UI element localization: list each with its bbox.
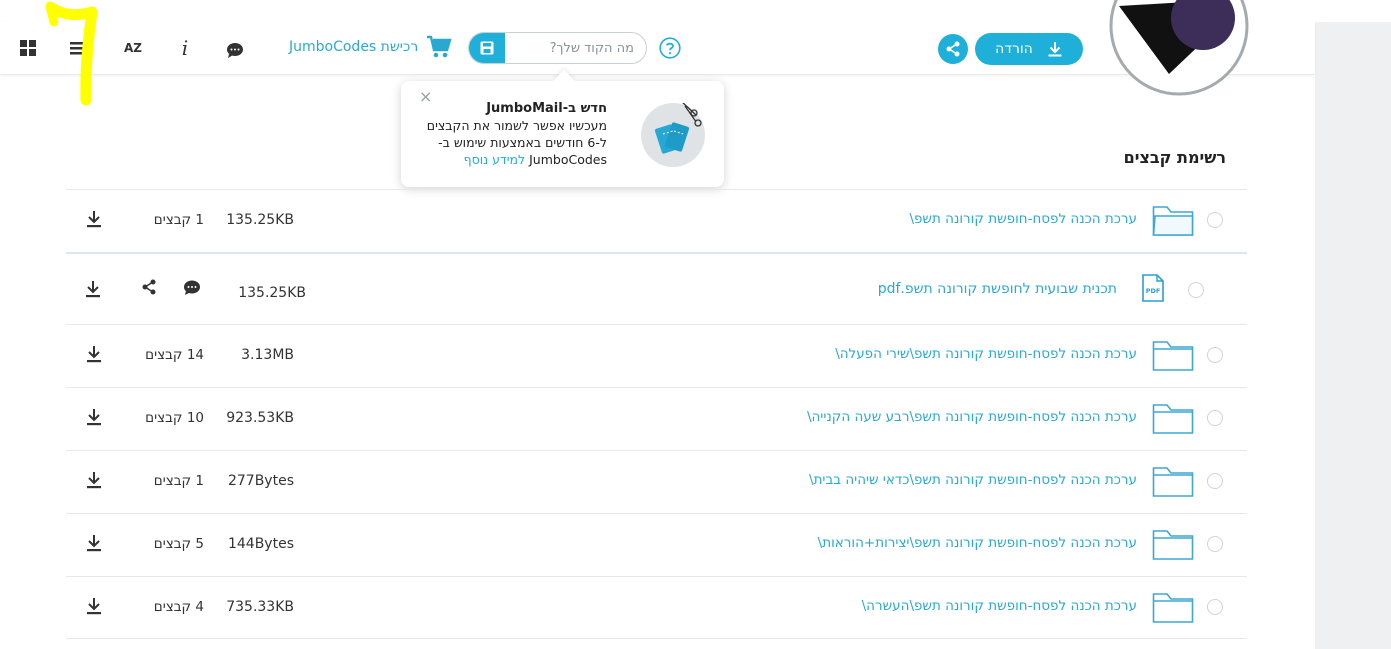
share-icon[interactable] bbox=[141, 279, 157, 295]
row-select-radio[interactable] bbox=[1207, 410, 1223, 426]
folder-icon bbox=[1152, 467, 1194, 497]
highlight-marker bbox=[45, 1, 98, 106]
sender-avatar bbox=[1109, 0, 1249, 96]
file-size: 135.25KB bbox=[226, 212, 294, 228]
file-size: 144Bytes bbox=[227, 536, 294, 552]
save-code-button[interactable] bbox=[469, 33, 505, 63]
file-name[interactable]: ערכת הכנה לפסח-חופשת קורונה תשפ\העשרה\ bbox=[862, 598, 1137, 614]
popover-text: חדש ב-JumboMail מעכשיו אפשר לשמור את הקב… bbox=[407, 100, 607, 168]
buy-jumbocodes-link[interactable]: רכישת JumboCodes bbox=[289, 34, 452, 60]
file-row[interactable]: ערכת הכנה לפסח-חופשת קורונה תשפ\יצירות+ה… bbox=[66, 513, 1247, 576]
download-icon[interactable] bbox=[86, 408, 102, 426]
file-count: 4 קבצים bbox=[153, 599, 204, 615]
row-select-radio[interactable] bbox=[1207, 536, 1223, 552]
file-size: 277Bytes bbox=[227, 473, 294, 489]
file-size: 735.33KB bbox=[226, 599, 294, 615]
popover-title: חדש ב-JumboMail bbox=[486, 101, 607, 116]
grid-view-icon[interactable] bbox=[16, 36, 40, 60]
file-count: 1 קבצים bbox=[153, 212, 204, 228]
info-label: i bbox=[181, 36, 189, 60]
download-icon[interactable] bbox=[85, 280, 101, 298]
folder-icon bbox=[1152, 530, 1194, 560]
download-all-button[interactable]: הורדה bbox=[975, 33, 1083, 65]
file-row[interactable]: ערכת הכנה לפסח-חופשת קורונה תשפ\כדאי שיה… bbox=[66, 450, 1247, 513]
download-icon[interactable] bbox=[86, 345, 102, 363]
comment-icon[interactable] bbox=[223, 38, 247, 62]
sort-az-icon[interactable]: AZ bbox=[121, 36, 145, 60]
file-name[interactable]: ערכת הכנה לפסח-חופשת קורונה תשפ\כדאי שיה… bbox=[809, 472, 1137, 488]
jumbocode-input[interactable] bbox=[505, 33, 646, 63]
file-row[interactable]: ערכת הכנה לפסח-חופשת קורונה תשפ\שירי הפע… bbox=[66, 324, 1247, 387]
file-size: 135.25KB bbox=[238, 285, 306, 301]
pdf-badge: PDF bbox=[1146, 287, 1161, 295]
help-icon[interactable] bbox=[659, 37, 681, 59]
file-name[interactable]: ערכת הכנה לפסח-חופשת קורונה תשפ\רבע שעה … bbox=[807, 409, 1137, 425]
file-list: ערכת הכנה לפסח-חופשת קורונה תשפ\ 135.25K… bbox=[66, 189, 1247, 639]
file-name[interactable]: תכנית שבועית לחופשת קורונה תשפ.pdf bbox=[878, 281, 1117, 297]
row-select-radio[interactable] bbox=[1207, 347, 1223, 363]
share-icon bbox=[946, 41, 960, 57]
cart-icon bbox=[427, 35, 452, 58]
pdf-file-icon: PDF bbox=[1142, 274, 1164, 302]
folder-icon bbox=[1152, 206, 1194, 236]
jumbocode-box bbox=[468, 32, 647, 64]
file-row[interactable]: ערכת הכנה לפסח-חופשת קורונה תשפ\העשרה\ 7… bbox=[66, 576, 1247, 639]
file-count: 14 קבצים bbox=[145, 347, 204, 363]
download-icon[interactable] bbox=[86, 534, 102, 552]
comment-icon[interactable] bbox=[183, 280, 201, 296]
file-row[interactable]: PDF תכנית שבועית לחופשת קורונה תשפ.pdf 1… bbox=[66, 252, 1247, 324]
folder-icon bbox=[1152, 404, 1194, 434]
file-list-title: רשימת קבצים bbox=[1123, 148, 1226, 167]
file-row[interactable]: ערכת הכנה לפסח-חופשת קורונה תשפ\רבע שעה … bbox=[66, 387, 1247, 450]
buy-jumbocodes-label: רכישת JumboCodes bbox=[289, 39, 419, 55]
file-name[interactable]: ערכת הכנה לפסח-חופשת קורונה תשפ\ bbox=[909, 211, 1137, 227]
download-icon[interactable] bbox=[86, 597, 102, 615]
row-select-radio[interactable] bbox=[1207, 212, 1223, 228]
right-gutter bbox=[1315, 22, 1391, 649]
download-all-label: הורדה bbox=[995, 41, 1033, 57]
folder-icon bbox=[1152, 593, 1194, 623]
file-size: 923.53KB bbox=[226, 410, 294, 426]
jumbomail-news-popover: × חדש ב-JumboMail מעכשיו אפשר לשמור את ה… bbox=[401, 69, 724, 187]
sort-az-label: AZ bbox=[124, 41, 142, 55]
file-size: 3.13MB bbox=[241, 347, 294, 363]
file-name[interactable]: ערכת הכנה לפסח-חופשת קורונה תשפ\שירי הפע… bbox=[835, 346, 1137, 362]
file-count: 1 קבצים bbox=[153, 473, 204, 489]
folder-icon bbox=[1152, 341, 1194, 371]
download-icon[interactable] bbox=[86, 471, 102, 489]
row-select-radio[interactable] bbox=[1207, 599, 1223, 615]
file-row[interactable]: ערכת הכנה לפסח-חופשת קורונה תשפ\ 135.25K… bbox=[66, 189, 1247, 252]
share-button[interactable] bbox=[938, 34, 968, 64]
file-name[interactable]: ערכת הכנה לפסח-חופשת קורונה תשפ\יצירות+ה… bbox=[818, 535, 1137, 551]
jumbocodes-tickets-icon bbox=[641, 100, 705, 167]
more-info-link[interactable]: למידע נוסף bbox=[464, 152, 526, 167]
download-icon[interactable] bbox=[86, 210, 102, 228]
save-icon bbox=[480, 41, 494, 55]
row-select-radio[interactable] bbox=[1207, 473, 1223, 489]
file-count: 5 קבצים bbox=[153, 536, 204, 552]
info-icon[interactable]: i bbox=[173, 36, 197, 60]
file-count: 10 קבצים bbox=[145, 410, 204, 426]
row-select-radio[interactable] bbox=[1188, 282, 1204, 298]
download-icon bbox=[1048, 42, 1062, 57]
